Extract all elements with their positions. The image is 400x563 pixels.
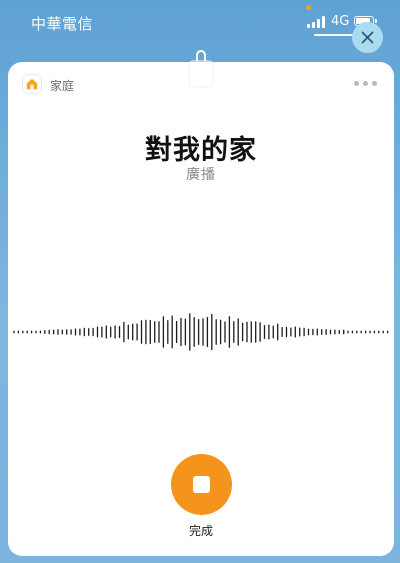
privacy-indicator-dot bbox=[306, 5, 311, 10]
carrier-name: 中華電信 bbox=[31, 15, 94, 33]
done-label: 完成 bbox=[188, 524, 213, 538]
page-subtitle: 廣播 bbox=[186, 167, 216, 183]
home-icon bbox=[23, 75, 41, 93]
signal-icon bbox=[307, 16, 327, 28]
more-icon bbox=[363, 80, 368, 86]
network-type: 4G bbox=[331, 14, 350, 29]
more-icon bbox=[372, 80, 377, 86]
intercom-card: 家庭 對我的家 廣播 完成 bbox=[8, 62, 394, 556]
more-icon bbox=[354, 80, 359, 86]
battery-tip bbox=[375, 19, 377, 23]
lock-icon bbox=[188, 50, 214, 88]
stop-icon bbox=[193, 476, 210, 493]
home-name-label: 家庭 bbox=[50, 79, 75, 93]
close-icon bbox=[361, 31, 374, 44]
audio-waveform bbox=[13, 313, 389, 351]
status-bar: 中華電信 4G bbox=[0, 0, 400, 44]
stop-button[interactable] bbox=[171, 454, 232, 515]
page-title: 對我的家 bbox=[145, 135, 257, 166]
close-button[interactable] bbox=[352, 22, 383, 53]
more-button[interactable] bbox=[354, 79, 380, 87]
